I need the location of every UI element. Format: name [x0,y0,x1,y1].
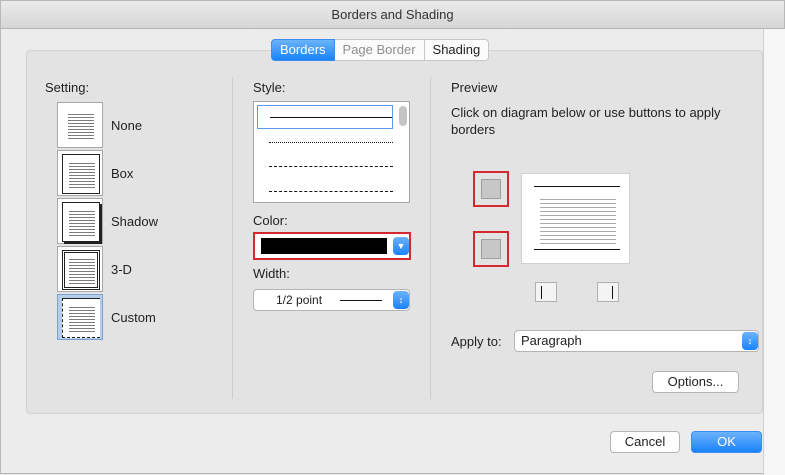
style-list-scrollbar[interactable] [399,106,407,126]
preview-bottom-border [534,249,620,250]
style-list[interactable] [253,101,410,203]
preview-instructions: Click on diagram below or use buttons to… [451,105,721,137]
apply-to-select[interactable]: Paragraph ↕ [514,330,759,352]
setting-shadow-label: Shadow [111,214,158,229]
stepper-icon[interactable]: ↕ [393,291,409,309]
setting-3d-label: 3-D [111,262,132,277]
bottom-border-toggle[interactable] [473,231,509,267]
options-button[interactable]: Options... [652,371,739,393]
setting-custom-label: Custom [111,310,156,325]
cancel-button[interactable]: Cancel [610,431,680,453]
color-picker[interactable]: ▼ [253,232,411,260]
chevron-down-icon[interactable]: ▼ [393,237,409,255]
top-border-icon [481,179,501,199]
preview-diagram[interactable] [521,173,630,264]
tab-page-border[interactable]: Page Border [334,39,425,61]
width-select[interactable]: 1/2 point ↕ [253,289,410,311]
setting-box-label: Box [111,166,134,181]
setting-none-label: None [111,118,143,133]
borders-shading-dialog: Borders and Shading Borders Page Border … [0,0,785,475]
width-line-sample [340,300,382,301]
color-label: Color: [253,213,288,228]
left-border-button[interactable] [535,282,557,302]
apply-to-value: Paragraph [521,333,582,348]
ok-button[interactable]: OK [691,431,762,453]
setting-custom-icon[interactable] [57,294,103,340]
apply-to-label: Apply to: [451,334,502,349]
divider-left [232,77,233,399]
preview-top-border [534,186,620,187]
background-document-edge [763,29,785,475]
tab-borders[interactable]: Borders [271,39,335,61]
dialog-title: Borders and Shading [1,1,784,29]
color-swatch [261,238,387,254]
width-label: Width: [253,266,290,281]
setting-label: Setting: [45,80,90,95]
tab-shading[interactable]: Shading [424,39,490,61]
preview-label: Preview [451,80,498,95]
top-border-toggle[interactable] [473,171,509,207]
style-option-dotted[interactable] [257,131,393,155]
right-border-button[interactable] [597,282,619,302]
tab-bar: Borders Page Border Shading [271,39,490,61]
style-option-solid[interactable] [257,105,393,129]
bottom-border-icon [481,239,501,259]
style-option-dashed-large[interactable] [257,180,393,202]
left-border-icon [541,286,542,299]
setting-box-icon[interactable] [57,150,103,196]
width-value: 1/2 point [276,293,323,307]
setting-3d-icon[interactable] [57,246,103,292]
stepper-icon[interactable]: ↕ [742,332,758,350]
setting-shadow-icon[interactable] [57,198,103,244]
right-border-icon [612,286,613,299]
style-option-dashed-small[interactable] [257,155,393,179]
divider-right [430,77,431,399]
preview-text-lines [540,196,616,244]
setting-none-icon[interactable] [57,102,103,148]
style-label: Style: [253,80,286,95]
